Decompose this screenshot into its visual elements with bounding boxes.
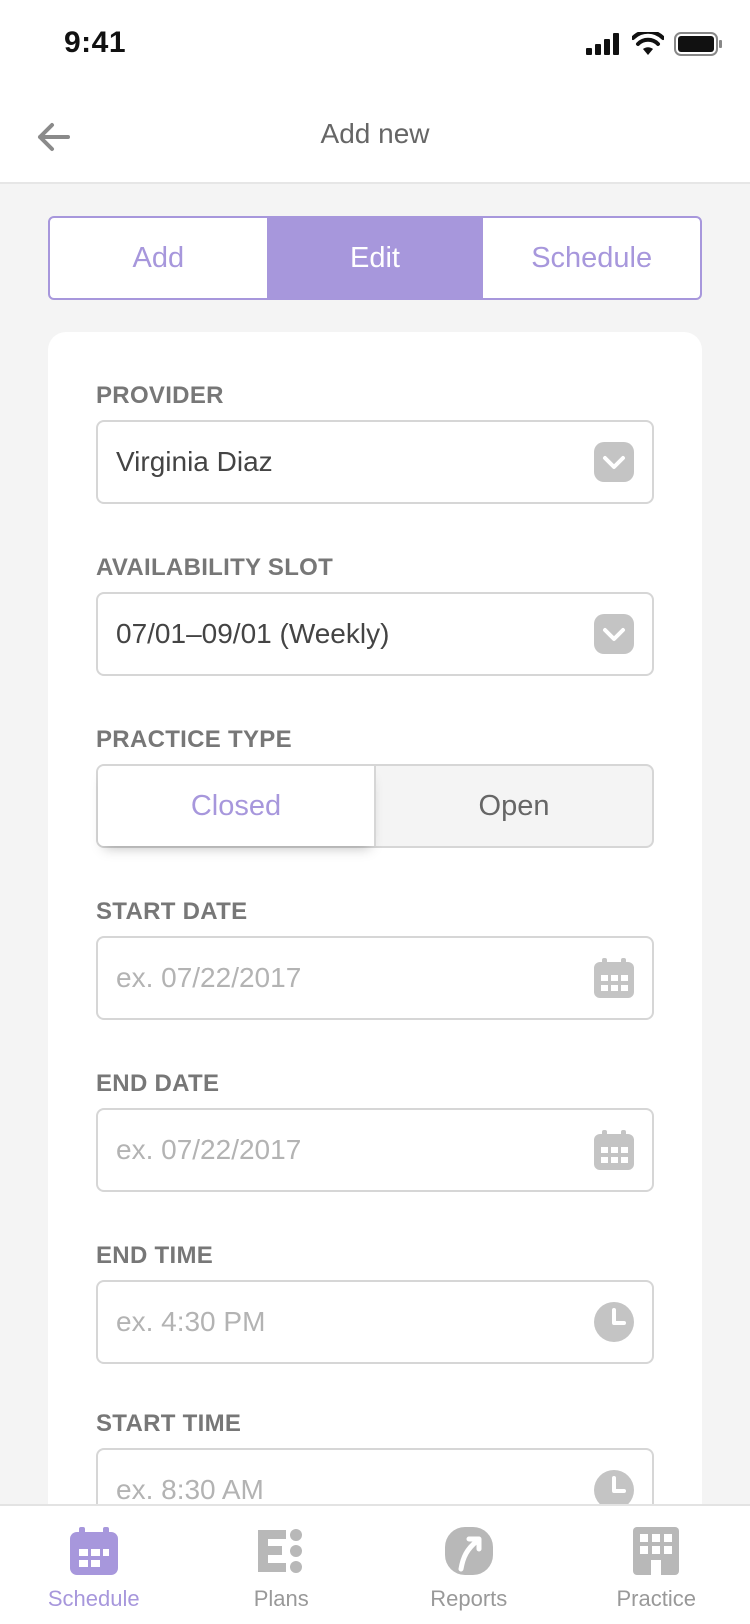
mode-segmented-control: Add Edit Schedule — [48, 216, 702, 300]
tab-bar: Schedule Plans Reports Practice — [0, 1504, 750, 1624]
status-bar: 9:41 — [0, 0, 750, 90]
end-time-label: END TIME — [96, 1242, 214, 1269]
end-time-placeholder: ex. 4:30 PM — [116, 1306, 266, 1337]
building-icon — [631, 1526, 681, 1576]
reports-icon — [444, 1526, 494, 1576]
status-time: 9:41 — [64, 26, 127, 59]
chevron-down-icon — [594, 442, 634, 482]
tab-label-plans: Plans — [253, 1586, 309, 1611]
start-date-placeholder: ex. 07/22/2017 — [116, 962, 302, 993]
end-date-input[interactable]: ex. 07/22/2017 — [96, 1108, 654, 1192]
availability-slot-label: AVAILABILITY SLOT — [96, 554, 334, 581]
practice-type-closed[interactable]: Closed — [98, 766, 376, 846]
practice-type-open[interactable]: Open — [376, 766, 652, 846]
battery-icon — [674, 32, 722, 56]
start-time-placeholder: ex. 8:30 AM — [116, 1474, 264, 1505]
practice-type-label: PRACTICE TYPE — [96, 726, 292, 753]
clock-icon — [594, 1302, 634, 1342]
calendar-icon — [594, 958, 634, 998]
availability-slot-value: 07/01–09/01 (Weekly) — [116, 618, 390, 649]
provider-label: PROVIDER — [96, 382, 224, 409]
start-date-input[interactable]: ex. 07/22/2017 — [96, 936, 654, 1020]
end-date-placeholder: ex. 07/22/2017 — [116, 1134, 302, 1165]
segment-edit[interactable]: Edit — [266, 218, 484, 298]
page-title: Add new — [320, 118, 430, 149]
tab-reports[interactable]: Reports — [375, 1506, 563, 1624]
signal-icon — [586, 33, 619, 55]
segment-add[interactable]: Add — [50, 218, 267, 298]
end-time-input[interactable]: ex. 4:30 PM — [96, 1280, 654, 1364]
plans-icon — [256, 1526, 306, 1576]
segment-schedule[interactable]: Schedule — [483, 218, 700, 298]
tab-practice[interactable]: Practice — [563, 1506, 750, 1624]
tab-label-schedule: Schedule — [47, 1586, 140, 1611]
end-date-label: END DATE — [96, 1070, 220, 1097]
chevron-down-icon — [594, 614, 634, 654]
wifi-icon — [632, 32, 664, 55]
availability-slot-select[interactable]: 07/01–09/01 (Weekly) — [96, 592, 654, 676]
tab-schedule[interactable]: Schedule — [0, 1506, 188, 1624]
provider-value: Virginia Diaz — [116, 446, 273, 477]
calendar-icon — [69, 1526, 119, 1576]
calendar-icon — [594, 1130, 634, 1170]
practice-type-toggle: Closed Open — [96, 764, 654, 848]
start-time-label: START TIME — [96, 1410, 242, 1437]
tab-plans[interactable]: Plans — [188, 1506, 376, 1624]
provider-select[interactable]: Virginia Diaz — [96, 420, 654, 504]
start-date-label: START DATE — [96, 898, 248, 925]
tab-label-practice: Practice — [616, 1586, 696, 1611]
tab-label-reports: Reports — [430, 1586, 508, 1611]
navigation-bar: Add new — [0, 90, 750, 184]
status-icons — [586, 32, 724, 56]
